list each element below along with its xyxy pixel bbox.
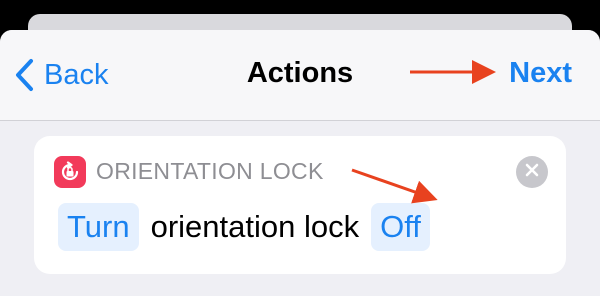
action-parameters: Turn orientation lock Off — [58, 202, 430, 252]
action-card: ORIENTATION LOCK Turn orientation lock O… — [34, 136, 566, 274]
shortcut-editor-sheet: Back Actions Next ORIENTATION LOCK Turn … — [0, 30, 600, 296]
back-button[interactable]: Back — [14, 54, 108, 96]
state-parameter-token[interactable]: Off — [371, 203, 430, 251]
action-name: ORIENTATION LOCK — [96, 158, 324, 184]
remove-action-button[interactable] — [516, 156, 548, 188]
orientation-lock-icon — [54, 156, 86, 188]
chevron-left-icon — [14, 58, 34, 92]
back-button-label: Back — [44, 58, 109, 91]
parameter-static-text: orientation lock — [150, 209, 360, 245]
next-button[interactable]: Next — [509, 56, 572, 91]
turn-parameter-token[interactable]: Turn — [58, 203, 139, 251]
close-icon — [525, 163, 539, 182]
page-title: Actions — [246, 57, 354, 89]
navigation-bar: Back Actions Next — [0, 30, 600, 121]
